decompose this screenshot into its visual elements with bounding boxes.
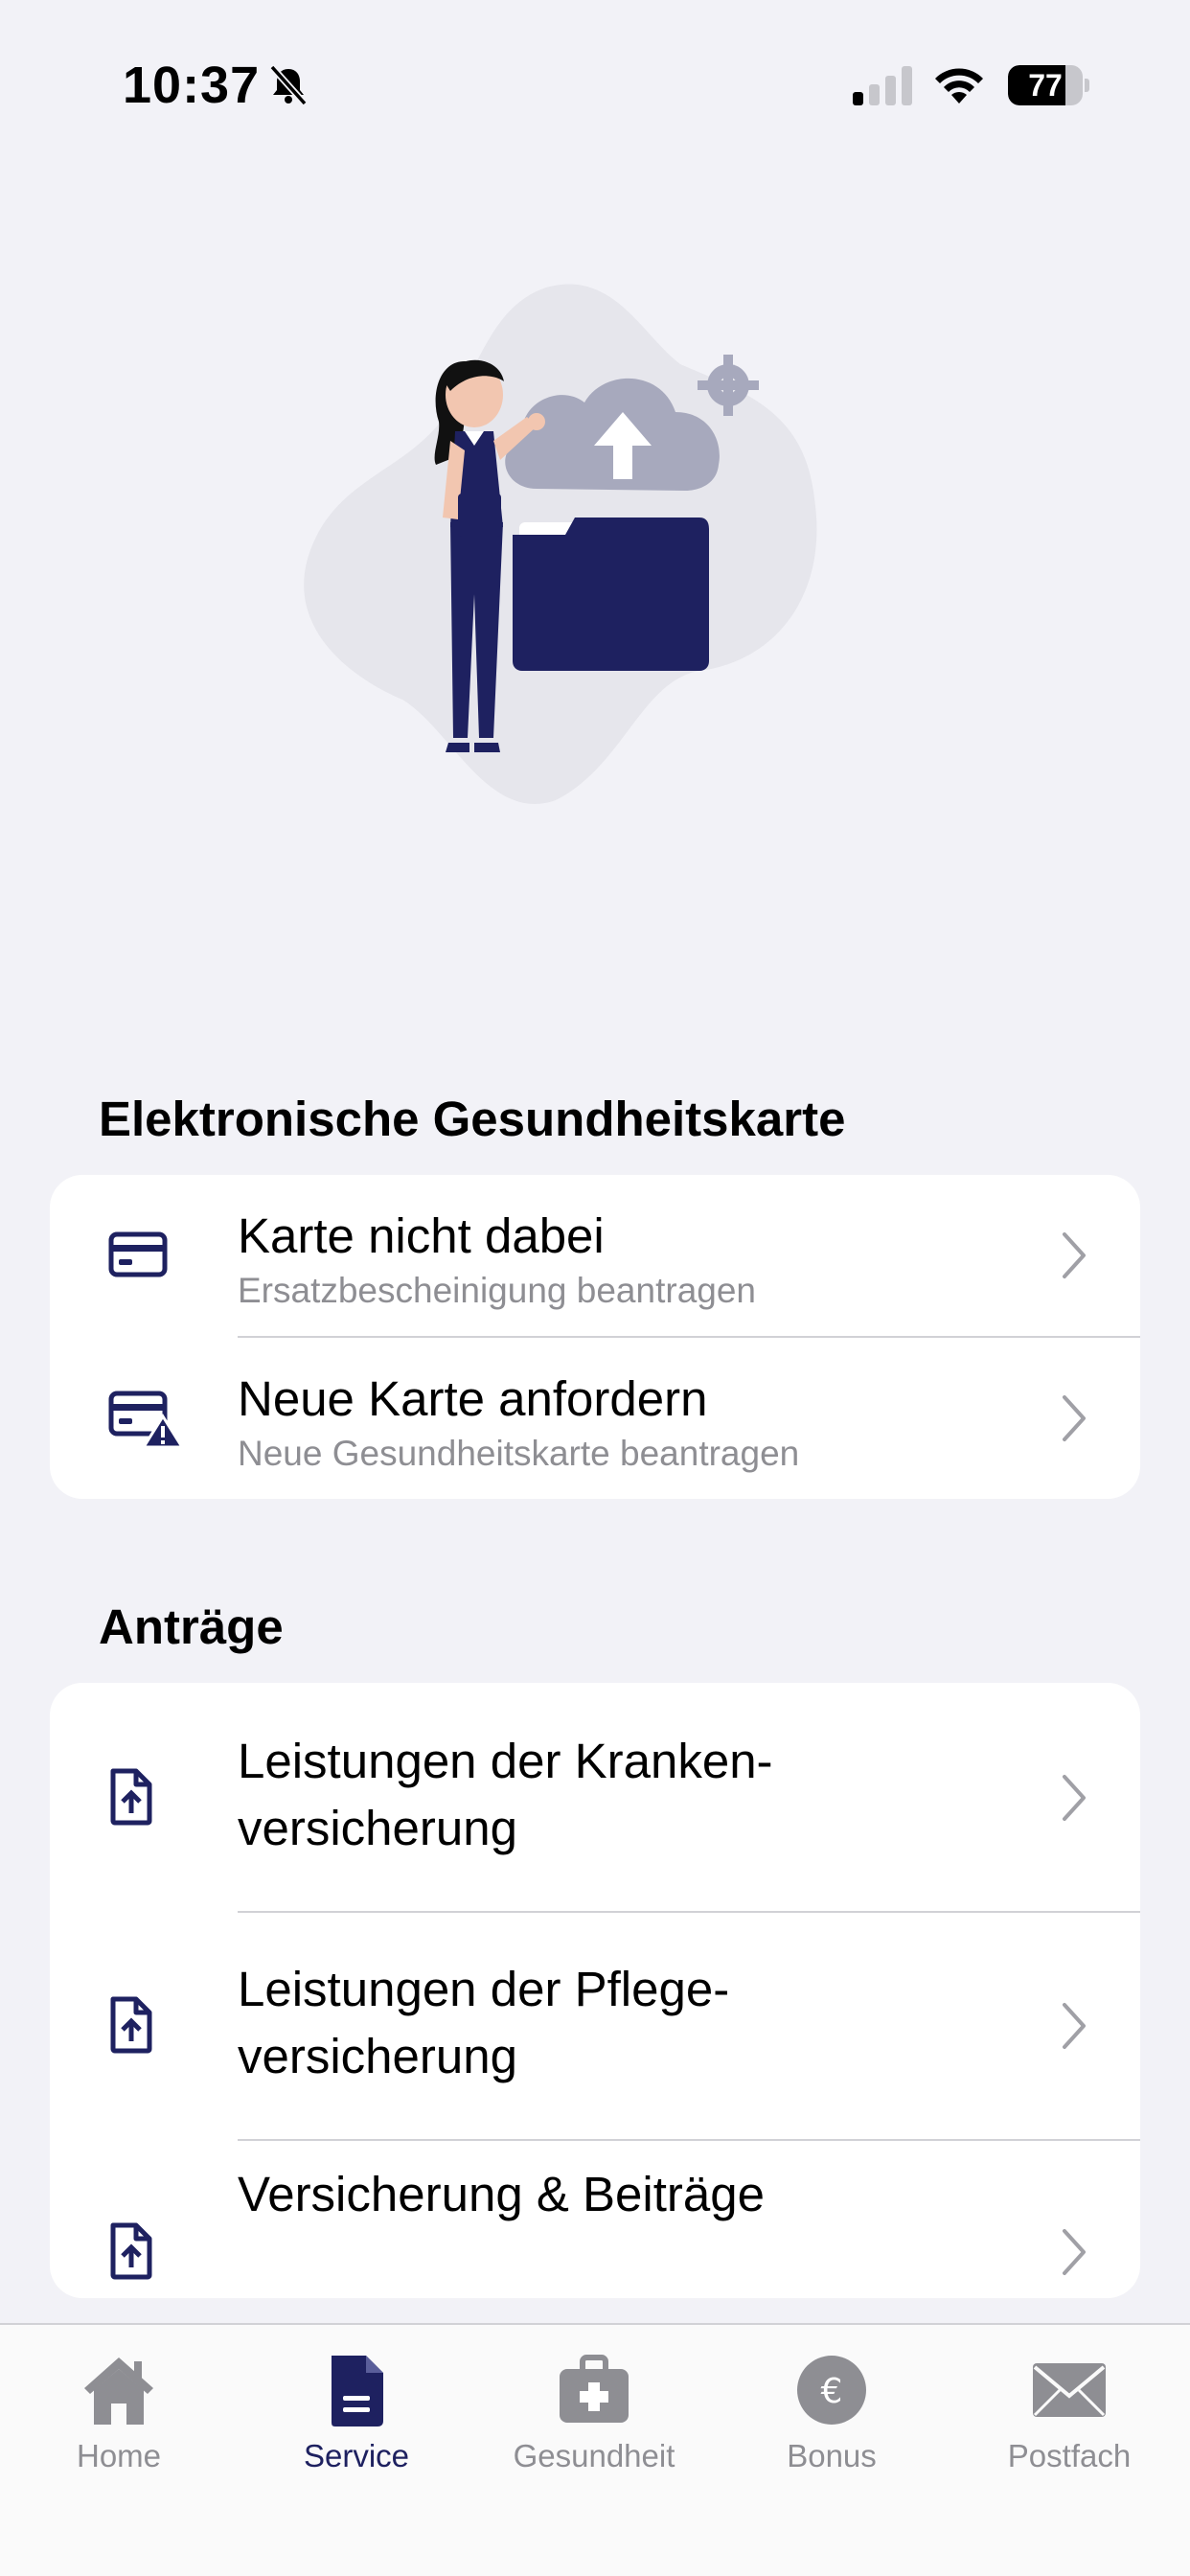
tab-label: Postfach xyxy=(1007,2438,1132,2473)
status-time: 10:37 xyxy=(123,57,261,114)
list-item-pflegeversicherung[interactable]: Leistungen der Pflege- versicherung xyxy=(50,1913,1140,2139)
list-item-title-line2: versicherung xyxy=(238,2029,517,2083)
tab-label: Home xyxy=(76,2438,162,2473)
list-item-neue-karte[interactable]: Neue Karte anfordern Neue Gesundheitskar… xyxy=(50,1338,1140,1499)
tab-bonus[interactable]: € Bonus xyxy=(713,2344,950,2488)
list-item-versicherung-beitraege[interactable]: Versicherung & Beiträge xyxy=(50,2141,1140,2298)
bell-slash-icon xyxy=(269,64,308,106)
document-upload-icon xyxy=(110,2222,152,2280)
chevron-right-icon xyxy=(1063,2229,1086,2275)
antraege-card: Leistungen der Kranken- versicherung Lei… xyxy=(50,1683,1140,2298)
document-upload-icon xyxy=(110,1996,152,2054)
battery-percentage: 77 xyxy=(1028,68,1063,103)
chevron-right-icon xyxy=(1063,1775,1086,1821)
list-item-subtitle: Ersatzbescheinigung beantragen xyxy=(238,1271,756,1310)
chevron-right-icon xyxy=(1063,2003,1086,2049)
cellular-signal-icon xyxy=(853,66,912,105)
list-item-subtitle: Neue Gesundheitskarte beantragen xyxy=(238,1434,800,1473)
tab-postfach[interactable]: Postfach xyxy=(950,2344,1188,2488)
list-item-karte-nicht-dabei[interactable]: Karte nicht dabei Ersatzbescheinigung be… xyxy=(50,1175,1140,1336)
mail-icon xyxy=(1033,2363,1106,2417)
section-title-antraege: Anträge xyxy=(99,1599,284,1654)
document-upload-icon xyxy=(110,1768,152,1826)
document-icon xyxy=(332,2356,383,2426)
list-item-title-line1: Leistungen der Pflege- xyxy=(238,1962,730,2016)
tab-bar: Home Service Gesundheit € Bonus Postfach xyxy=(0,2323,1190,2576)
list-item-title: Neue Karte anfordern xyxy=(238,1371,708,1426)
tab-label: Bonus xyxy=(787,2438,877,2473)
svg-text:€: € xyxy=(821,2372,843,2411)
list-item-title: Karte nicht dabei xyxy=(238,1208,605,1263)
card-warning-icon xyxy=(108,1391,184,1449)
section-title-egk: Elektronische Gesundheitskarte xyxy=(99,1092,846,1146)
euro-icon: € xyxy=(797,2356,866,2425)
chevron-right-icon xyxy=(1063,1232,1086,1278)
battery-indicator: 77 xyxy=(1008,65,1089,105)
card-icon xyxy=(108,1231,168,1277)
status-bar: 10:37 77 xyxy=(0,0,1190,144)
list-item-title-line1: Leistungen der Kranken- xyxy=(238,1734,773,1788)
tab-service[interactable]: Service xyxy=(238,2344,475,2488)
wifi-icon xyxy=(935,68,983,104)
list-item-title: Versicherung & Beiträge xyxy=(238,2167,765,2221)
tab-label: Service xyxy=(303,2438,410,2473)
egk-card: Karte nicht dabei Ersatzbescheinigung be… xyxy=(50,1175,1140,1499)
house-icon xyxy=(84,2358,153,2425)
hero-illustration xyxy=(304,284,817,804)
medical-bag-icon xyxy=(560,2355,629,2423)
chevron-right-icon xyxy=(1063,1395,1086,1441)
list-item-krankenversicherung[interactable]: Leistungen der Kranken- versicherung xyxy=(50,1683,1140,1911)
tab-gesundheit[interactable]: Gesundheit xyxy=(475,2344,713,2488)
list-item-title-line2: versicherung xyxy=(238,1801,517,1855)
tab-label: Gesundheit xyxy=(513,2438,675,2473)
tab-home[interactable]: Home xyxy=(0,2344,238,2488)
